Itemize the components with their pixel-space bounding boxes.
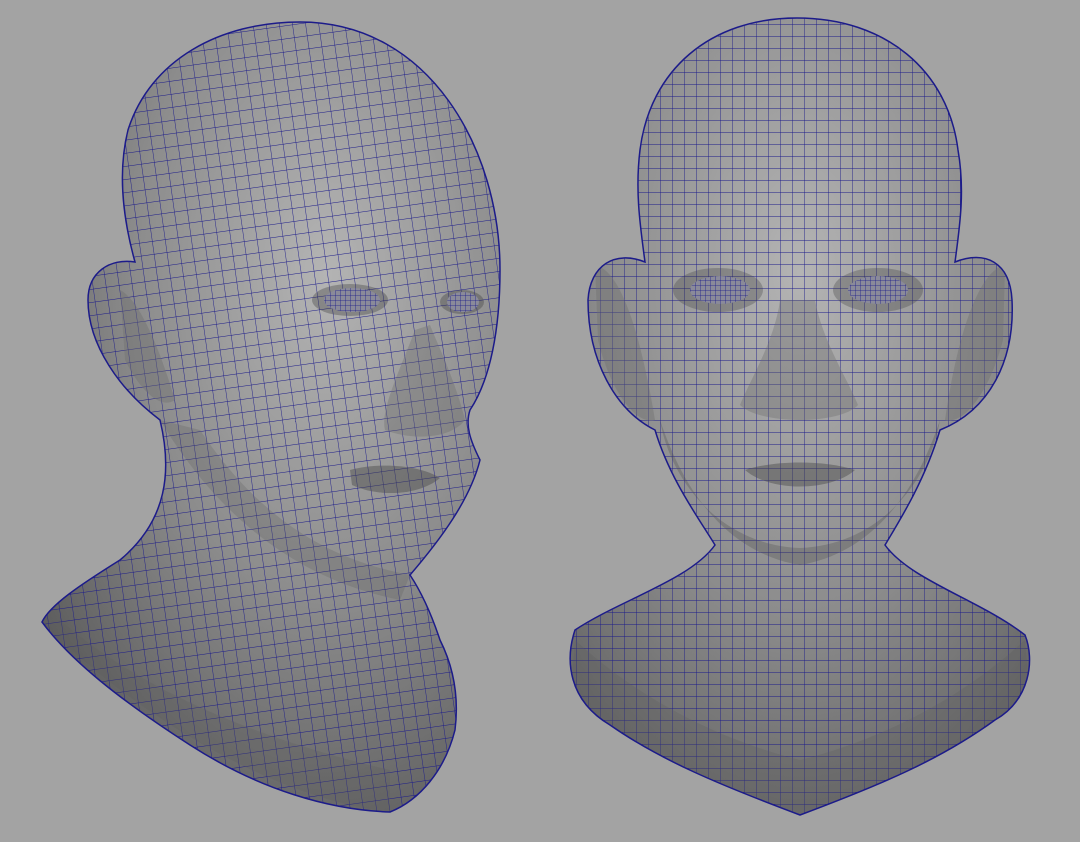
head-front-view — [569, 17, 1031, 816]
head-three-quarter-view — [41, 21, 501, 813]
viewport — [0, 0, 1080, 842]
wireframe-head-scene — [41, 17, 1031, 816]
